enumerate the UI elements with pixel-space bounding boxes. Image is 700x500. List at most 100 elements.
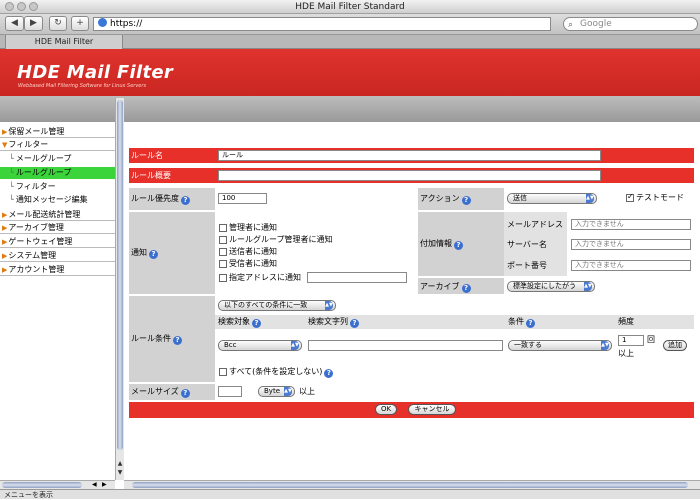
port-input[interactable]: 入力できません	[571, 260, 691, 271]
notify-address-checkbox[interactable]	[219, 274, 227, 282]
sidebar-item-label: フィルター	[15, 182, 56, 191]
archive-label: アーカイブ?	[420, 282, 471, 293]
triangle-right-icon: ▶	[2, 266, 8, 274]
sidebar-menu: ▶保留メール管理 ▼フィルター └ メールグループ └ ルールグループ └ フィルター…	[0, 122, 115, 480]
size-unit-select[interactable]: Byte ▲▼	[258, 386, 295, 397]
mail-size-input[interactable]	[218, 386, 242, 397]
sidebar-item-account[interactable]: ▶アカウント管理	[0, 264, 115, 276]
help-icon[interactable]: ?	[454, 241, 463, 250]
app-tagline: Webbased Mail Filtering Software for Lin…	[18, 83, 147, 89]
sidebar-item-label: ルールグループ	[15, 168, 72, 177]
reload-icon: ↻	[54, 18, 62, 28]
notify-address-input[interactable]	[307, 272, 407, 283]
frequency-unit: 回	[647, 335, 655, 344]
app-logo: HDE Mail Filter	[17, 62, 174, 83]
rule-name-input[interactable]: ルール	[218, 150, 601, 161]
sidebar-item-delivery-stats[interactable]: ▶メール配送統計管理	[0, 209, 115, 221]
status-bar: メニューを表示	[0, 489, 700, 499]
triangle-right-icon: ▶	[2, 252, 8, 260]
search-string-input[interactable]	[308, 340, 503, 351]
help-icon[interactable]: ?	[173, 336, 182, 345]
action-label: アクション?	[420, 194, 471, 205]
scrollbar-thumb[interactable]	[2, 482, 82, 488]
tab-label: HDE Mail Filter	[34, 37, 94, 46]
sidebar-item-label: メール配送統計管理	[8, 210, 81, 219]
ok-button[interactable]: OK	[375, 404, 397, 415]
frequency-input[interactable]: 1	[618, 335, 644, 346]
sidebar-scrollbar[interactable]: ▲ ▼	[115, 98, 124, 480]
chevron-down-icon: ▲▼	[601, 341, 609, 350]
priority-input[interactable]: 100	[218, 193, 267, 204]
main-horizontal-scrollbar[interactable]	[124, 480, 700, 489]
notify-recipient-checkbox[interactable]	[219, 260, 227, 268]
server-name-input[interactable]: 入力できません	[571, 239, 691, 250]
scrollbar-thumb[interactable]	[132, 482, 688, 488]
test-mode-label: テストモード	[636, 193, 684, 202]
tab-hde-mail-filter[interactable]: HDE Mail Filter	[5, 35, 123, 49]
add-condition-button[interactable]: 追加	[663, 340, 687, 351]
rule-desc-input[interactable]	[218, 170, 601, 181]
help-icon[interactable]: ?	[461, 284, 471, 293]
search-icon: ⌕	[568, 20, 574, 30]
scrollbar-thumb[interactable]	[117, 100, 123, 450]
title-bar: HDE Mail Filter Standard	[0, 0, 700, 14]
sidebar-item-mail-group[interactable]: └ メールグループ	[0, 153, 115, 165]
sidebar-horizontal-scrollbar[interactable]: ◀ ▶	[0, 480, 115, 489]
action-select[interactable]: 送信 ▲▼	[507, 193, 597, 204]
help-icon[interactable]: ?	[181, 196, 190, 205]
sidebar-item-archive[interactable]: ▶アーカイブ管理	[0, 222, 115, 234]
sidebar-item-label: フィルター	[8, 140, 49, 149]
help-icon[interactable]: ?	[324, 369, 334, 378]
notify-admin-checkbox[interactable]	[219, 224, 227, 232]
sidebar-item-filter[interactable]: ▼フィルター	[0, 139, 115, 151]
mail-address-label: メールアドレス	[507, 220, 563, 229]
test-mode-checkbox[interactable]	[626, 192, 634, 202]
sidebar-item-notify-message[interactable]: └ 通知メッセージ編集	[0, 194, 115, 206]
globe-icon	[98, 18, 107, 27]
sidebar-item-label: システム管理	[8, 251, 57, 260]
forward-button[interactable]: ▶	[24, 16, 43, 31]
sidebar-item-gateway[interactable]: ▶ゲートウェイ管理	[0, 236, 115, 248]
archive-select[interactable]: 標準設定にしたがう ▲▼	[507, 281, 595, 292]
reload-button[interactable]: ↻	[49, 16, 67, 31]
sidebar-item-held-mail[interactable]: ▶保留メール管理	[0, 126, 115, 138]
condition-mode-select[interactable]: 以下のすべての条件に一致 ▲▼	[218, 300, 336, 311]
mail-address-input[interactable]: 入力できません	[571, 219, 691, 230]
notify-group-admin-checkbox[interactable]	[219, 236, 227, 244]
sidebar-item-filter-sub[interactable]: └ フィルター	[0, 181, 115, 193]
zoom-window-button[interactable]	[29, 2, 38, 11]
notify-sender-checkbox[interactable]	[219, 248, 227, 256]
scroll-left-icon[interactable]: ◀	[92, 481, 97, 488]
scroll-up-icon[interactable]: ▲	[116, 460, 124, 469]
tab-bar: HDE Mail Filter	[0, 34, 700, 49]
help-icon[interactable]: ?	[149, 250, 158, 259]
close-window-button[interactable]	[5, 2, 14, 11]
mail-size-suffix: 以上	[299, 387, 315, 396]
help-icon[interactable]: ?	[461, 196, 471, 205]
scroll-right-icon[interactable]: ▶	[102, 481, 107, 488]
col-frequency-header: 頻度	[618, 317, 634, 326]
help-icon[interactable]: ?	[526, 319, 535, 328]
help-icon[interactable]: ?	[350, 319, 359, 328]
sidebar-item-rule-group[interactable]: └ ルールグループ	[0, 167, 115, 179]
sidebar-item-label: アーカイブ管理	[8, 223, 64, 232]
triangle-right-icon: ▶	[2, 211, 8, 219]
back-button[interactable]: ◀	[5, 16, 24, 31]
sidebar-item-system[interactable]: ▶システム管理	[0, 250, 115, 262]
sidebar-item-label: 通知メッセージ編集	[15, 195, 88, 204]
scroll-down-icon[interactable]: ▼	[116, 469, 124, 478]
add-bookmark-button[interactable]: +	[71, 16, 89, 31]
notify-sender-label: 送信者に通知	[229, 247, 277, 256]
help-icon[interactable]: ?	[180, 389, 190, 398]
match-condition-select[interactable]: 一致する ▲▼	[508, 340, 612, 351]
triangle-right-icon: ▶	[2, 128, 8, 136]
help-icon[interactable]: ?	[252, 319, 261, 328]
search-target-select[interactable]: Bcc ▲▼	[218, 340, 302, 351]
cancel-button[interactable]: キャンセル	[408, 404, 456, 415]
minimize-window-button[interactable]	[17, 2, 26, 11]
search-input[interactable]: ⌕ Google	[563, 17, 698, 31]
all-condition-checkbox[interactable]	[219, 368, 227, 376]
chevron-down-icon: ▲▼	[291, 341, 299, 350]
url-input[interactable]: https://	[93, 17, 551, 31]
status-text: メニューを表示	[4, 491, 53, 499]
